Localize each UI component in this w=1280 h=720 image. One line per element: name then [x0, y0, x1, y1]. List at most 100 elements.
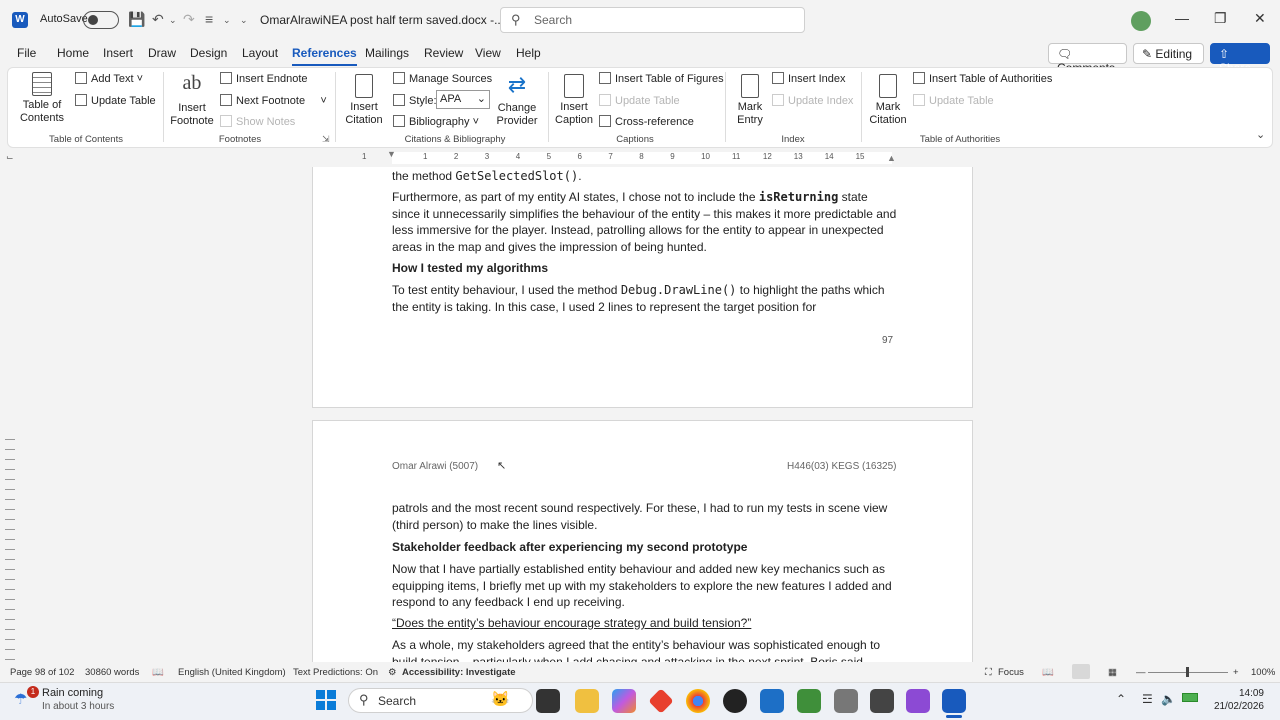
- text-predictions[interactable]: Text Predictions: On: [293, 667, 378, 678]
- page-98[interactable]: Omar Alrawi (5007) H446(03) KEGS (16325)…: [312, 420, 973, 662]
- unity-icon[interactable]: [870, 689, 894, 713]
- left-indent-marker-icon[interactable]: ▼: [387, 149, 396, 159]
- store-icon[interactable]: [760, 689, 784, 713]
- page-97[interactable]: the method GetSelectedSlot(). Furthermor…: [312, 167, 973, 408]
- mark-entry-button[interactable]: Mark Entry: [730, 72, 770, 127]
- redo-icon[interactable]: ↷: [183, 11, 195, 28]
- menu-layout[interactable]: Layout: [242, 46, 278, 60]
- manage-sources-button[interactable]: Manage Sources: [393, 72, 492, 85]
- menu-file[interactable]: File: [17, 46, 36, 60]
- web-layout-icon[interactable]: ▦: [1108, 667, 1117, 678]
- clock[interactable]: 14:09 21/02/2026: [1212, 688, 1264, 712]
- bibliography-label: Bibliography: [409, 116, 470, 128]
- show-hidden-icons-icon[interactable]: ⌃: [1116, 692, 1126, 706]
- footnotes-dialog-launcher-icon[interactable]: ⇲: [322, 134, 330, 145]
- zoom-level[interactable]: 100%: [1251, 667, 1275, 678]
- start-button-icon[interactable]: [316, 690, 336, 710]
- ruler-number: 11: [732, 152, 741, 161]
- save-icon[interactable]: 💾: [128, 11, 145, 28]
- visual-studio-icon[interactable]: [906, 689, 930, 713]
- bibliography-icon: [393, 115, 405, 127]
- undo-icon[interactable]: ↶: [152, 11, 164, 28]
- update-table-button[interactable]: Update Table: [75, 94, 156, 107]
- clock-date: 21/02/2026: [1213, 701, 1264, 712]
- ruler-number: 10: [701, 152, 710, 161]
- minecraft-icon[interactable]: [797, 689, 821, 713]
- right-indent-marker-icon[interactable]: ▲: [887, 153, 896, 163]
- next-footnote-button[interactable]: Next Footnote ˅: [220, 94, 327, 107]
- zoom-out-icon[interactable]: —: [1136, 667, 1146, 678]
- insert-index-button[interactable]: Insert Index: [772, 72, 845, 85]
- show-notes-button[interactable]: Show Notes: [220, 115, 295, 128]
- list-format-icon[interactable]: ≡: [205, 11, 213, 27]
- wifi-icon[interactable]: ☲: [1142, 692, 1153, 706]
- update-index-button[interactable]: Update Index: [772, 94, 853, 107]
- read-mode-icon[interactable]: 📖: [1042, 667, 1054, 678]
- change-provider-button[interactable]: ⇄ Change Provider: [492, 72, 542, 128]
- insert-endnote-button[interactable]: Insert Endnote: [220, 72, 308, 85]
- comment-icon: 🗨: [1057, 47, 1073, 61]
- insert-caption-button[interactable]: Insert Caption: [552, 72, 596, 127]
- menu-draw[interactable]: Draw: [148, 46, 176, 60]
- undo-dropdown-icon[interactable]: ⌄: [169, 15, 177, 26]
- copilot-icon[interactable]: [612, 689, 636, 713]
- proofing-icon[interactable]: 📖: [152, 667, 164, 678]
- language[interactable]: English (United Kingdom): [178, 667, 286, 678]
- menu-view[interactable]: View: [475, 46, 501, 60]
- bibliography-button[interactable]: Bibliography ˅: [393, 115, 479, 128]
- obs-icon[interactable]: [723, 689, 747, 713]
- comments-button[interactable]: 🗨 Comments: [1048, 43, 1127, 75]
- autosave-toggle[interactable]: [83, 11, 119, 29]
- profile-avatar[interactable]: [1131, 11, 1151, 31]
- zoom-in-icon[interactable]: +: [1233, 667, 1239, 678]
- word-count[interactable]: 30860 words: [85, 667, 139, 678]
- document-title[interactable]: OmarAlrawiNEA post half term saved.docx …: [260, 13, 504, 27]
- insert-table-of-authorities-label: Insert Table of Authorities: [929, 73, 1053, 85]
- focus-mode[interactable]: Focus: [998, 667, 1024, 678]
- page-count[interactable]: Page 98 of 102: [10, 667, 74, 678]
- zoom-slider-thumb[interactable]: [1186, 667, 1189, 677]
- minimize-icon[interactable]: —: [1175, 10, 1189, 26]
- maximize-icon[interactable]: ❐: [1214, 10, 1227, 27]
- volume-icon[interactable]: 🔈: [1161, 692, 1176, 706]
- document-area[interactable]: the method GetSelectedSlot(). Furthermor…: [0, 167, 1280, 662]
- style-dropdown[interactable]: APA ⌄: [436, 90, 490, 109]
- menu-home[interactable]: Home: [57, 46, 89, 60]
- list-dropdown-icon[interactable]: ⌄: [223, 15, 231, 26]
- file-explorer-icon[interactable]: [575, 689, 599, 713]
- rain-icon[interactable]: ☂: [14, 690, 27, 708]
- menu-insert[interactable]: Insert: [103, 46, 133, 60]
- cross-reference-button[interactable]: Cross-reference: [599, 115, 694, 128]
- mark-citation-button[interactable]: Mark Citation: [866, 72, 910, 127]
- share-button[interactable]: ⇧ Share: [1210, 43, 1270, 75]
- battery-icon[interactable]: [1182, 693, 1198, 702]
- print-layout-icon[interactable]: [1072, 664, 1090, 679]
- weather-subtitle[interactable]: In about 3 hours: [42, 701, 114, 712]
- customize-toolbar-icon[interactable]: ⌄: [240, 15, 248, 26]
- pencil-icon: ✎: [1142, 47, 1156, 61]
- insert-table-of-figures-button[interactable]: Insert Table of Figures: [599, 72, 724, 85]
- add-text-button[interactable]: Add Text ˅: [75, 72, 143, 85]
- unity-hub-icon[interactable]: [834, 689, 858, 713]
- taskbar-search[interactable]: ⚲ Search 🐱: [348, 688, 533, 713]
- word-taskbar-icon[interactable]: [942, 689, 966, 713]
- editing-button[interactable]: ✎ Editing: [1133, 43, 1204, 64]
- accessibility-status[interactable]: Accessibility: Investigate: [402, 667, 516, 678]
- menu-mailings[interactable]: Mailings: [365, 46, 409, 60]
- search-box[interactable]: ⚲ Search: [500, 7, 805, 33]
- insert-citation-button[interactable]: Insert Citation: [340, 72, 388, 127]
- table-of-contents-button[interactable]: Table of Contents: [18, 72, 66, 128]
- collapse-ribbon-icon[interactable]: ⌄: [1256, 128, 1265, 141]
- insert-footnote-button[interactable]: ab Insert Footnote: [170, 72, 214, 128]
- menu-review[interactable]: Review: [424, 46, 463, 60]
- update-authorities-table-button[interactable]: Update Table: [913, 94, 994, 107]
- chrome-icon[interactable]: [686, 689, 710, 713]
- task-view-icon[interactable]: [536, 689, 560, 713]
- menu-help[interactable]: Help: [516, 46, 541, 60]
- menu-design[interactable]: Design: [190, 46, 227, 60]
- insert-table-of-authorities-button[interactable]: Insert Table of Authorities: [913, 72, 1052, 85]
- weather-title[interactable]: Rain coming: [42, 687, 103, 699]
- close-icon[interactable]: ✕: [1254, 10, 1266, 27]
- update-figures-table-button[interactable]: Update Table: [599, 94, 680, 107]
- menu-references[interactable]: References: [292, 46, 357, 66]
